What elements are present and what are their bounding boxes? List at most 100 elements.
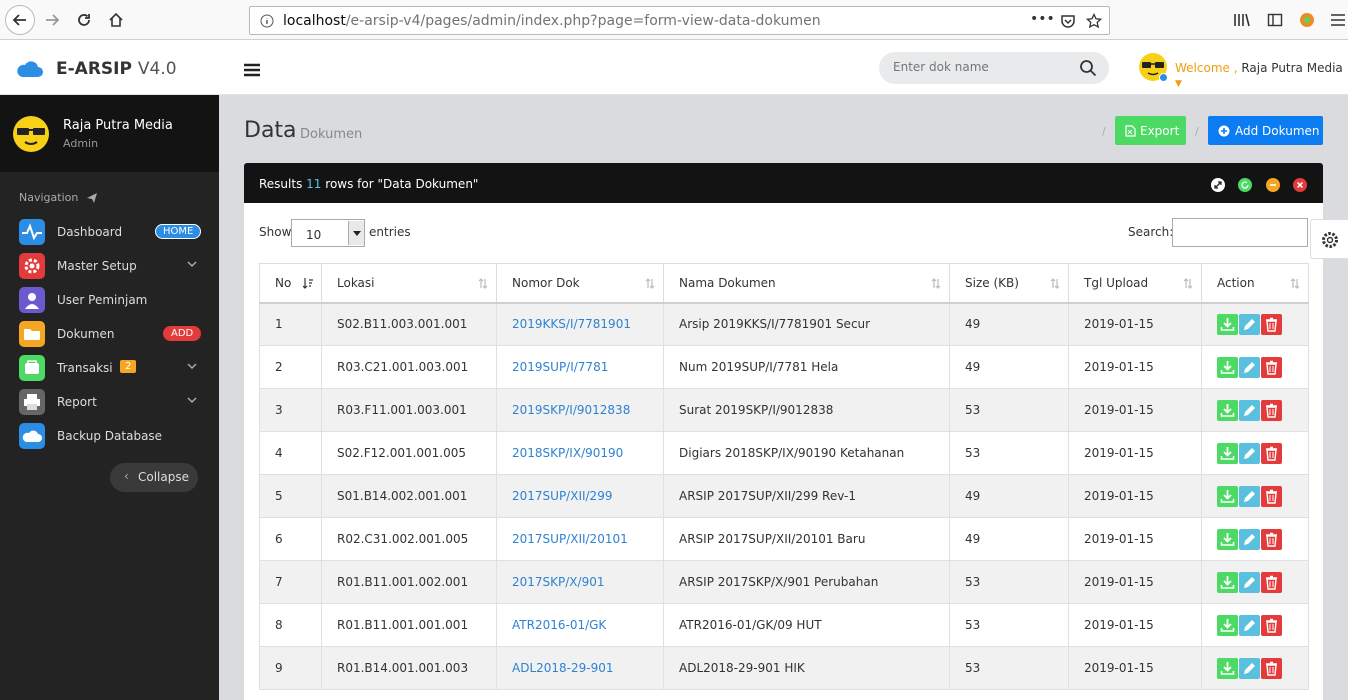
- cell-tgl-upload: 2019-01-15: [1068, 517, 1202, 561]
- breadcrumb-separator: /: [1102, 125, 1106, 138]
- column-header-action[interactable]: Action: [1201, 263, 1309, 304]
- edit-button[interactable]: [1239, 528, 1260, 550]
- download-button[interactable]: [1217, 442, 1238, 464]
- nomor-dok-link[interactable]: ADL2018-29-901: [512, 661, 614, 675]
- sidebar-item-dokumen[interactable]: Dokumen ADD: [0, 316, 219, 350]
- url-text: localhost/e-arsip-v4/pages/admin/index.p…: [283, 13, 821, 29]
- column-header-lokasi[interactable]: Lokasi: [321, 263, 497, 304]
- url-path: /e-arsip-v4/pages/admin/index.php?page=f…: [345, 13, 821, 29]
- edit-button[interactable]: [1239, 356, 1260, 378]
- download-button[interactable]: [1217, 571, 1238, 593]
- cell-lokasi: R03.F11.001.003.001: [321, 388, 497, 432]
- sidebar-item-report[interactable]: Report: [0, 384, 219, 418]
- sidebar-item-backup-database[interactable]: Backup Database: [0, 418, 219, 452]
- column-header-tgl-upload[interactable]: Tgl Upload: [1068, 263, 1202, 304]
- app-logo[interactable]: E-ARSIP V4.0: [56, 59, 177, 79]
- download-button[interactable]: [1217, 614, 1238, 636]
- add-dokumen-button[interactable]: Add Dokumen: [1208, 116, 1323, 145]
- sidebar-item-label: Dashboard: [57, 225, 123, 239]
- delete-button[interactable]: [1261, 571, 1282, 593]
- delete-button[interactable]: [1261, 313, 1282, 335]
- address-bar[interactable]: localhost/e-arsip-v4/pages/admin/index.p…: [249, 6, 1110, 35]
- pocket-icon[interactable]: [1060, 13, 1076, 29]
- add-badge[interactable]: ADD: [163, 326, 202, 341]
- delete-button[interactable]: [1261, 528, 1282, 550]
- menu-toggle-icon[interactable]: [244, 63, 260, 77]
- extension-icon[interactable]: [1298, 11, 1316, 29]
- sidebar-toggle-icon[interactable]: [1267, 12, 1283, 28]
- download-button[interactable]: [1217, 313, 1238, 335]
- back-button[interactable]: [5, 5, 35, 35]
- edit-button[interactable]: [1239, 485, 1260, 507]
- sidebar-item-transaksi[interactable]: Transaksi 2: [0, 350, 219, 384]
- page-actions-icon[interactable]: •••: [1030, 11, 1055, 27]
- nomor-dok-link[interactable]: 2017SKP/X/901: [512, 575, 604, 589]
- edit-button[interactable]: [1239, 313, 1260, 335]
- delete-button[interactable]: [1261, 356, 1282, 378]
- edit-button[interactable]: [1239, 442, 1260, 464]
- collapse-button[interactable]: ‹ Collapse: [110, 463, 198, 492]
- delete-button[interactable]: [1261, 485, 1282, 507]
- cell-action: [1201, 302, 1309, 346]
- delete-button[interactable]: [1261, 614, 1282, 636]
- download-button[interactable]: [1217, 356, 1238, 378]
- edit-button[interactable]: [1239, 399, 1260, 421]
- close-panel-button[interactable]: [1293, 178, 1307, 192]
- column-header-nama-dokumen[interactable]: Nama Dokumen: [663, 263, 950, 304]
- edit-button[interactable]: [1239, 614, 1260, 636]
- delete-button[interactable]: [1261, 657, 1282, 679]
- cell-nama-dokumen: Num 2019SUP/I/7781 Hela: [663, 345, 950, 389]
- minimize-panel-button[interactable]: [1266, 178, 1280, 192]
- cell-nama-dokumen: ATR2016-01/GK/09 HUT: [663, 603, 950, 647]
- reload-button[interactable]: [70, 6, 98, 34]
- download-button[interactable]: [1217, 399, 1238, 421]
- theme-settings-tab[interactable]: [1310, 219, 1348, 259]
- library-icon[interactable]: [1233, 12, 1251, 28]
- export-button[interactable]: Export: [1115, 116, 1186, 145]
- download-button[interactable]: [1217, 528, 1238, 550]
- nomor-dok-link[interactable]: 2017SUP/XII/299: [512, 489, 612, 503]
- doc-search-input[interactable]: [893, 60, 1063, 74]
- forward-arrow-icon: [46, 14, 60, 26]
- user-menu[interactable]: Welcome , Raja Putra Media ▼: [1175, 61, 1348, 89]
- expand-panel-button[interactable]: [1211, 178, 1225, 192]
- sidebar-item-label: Transaksi: [57, 361, 113, 375]
- sidebar-item-label: Master Setup: [57, 259, 137, 273]
- column-label: Action: [1217, 275, 1255, 290]
- download-button[interactable]: [1217, 657, 1238, 679]
- delete-button[interactable]: [1261, 399, 1282, 421]
- column-header-size[interactable]: Size (KB): [949, 263, 1069, 304]
- sort-icon: [1183, 278, 1193, 289]
- table-search-input[interactable]: [1172, 218, 1308, 247]
- gear-icon: [19, 253, 45, 279]
- reload-icon: [1241, 181, 1249, 189]
- expand-icon: [1214, 181, 1222, 189]
- cell-no: 7: [259, 560, 322, 604]
- hamburger-menu-icon[interactable]: [1330, 12, 1346, 28]
- nomor-dok-link[interactable]: ATR2016-01/GK: [512, 618, 606, 632]
- nomor-dok-link[interactable]: 2017SUP/XII/20101: [512, 532, 628, 546]
- sidebar-item-master-setup[interactable]: Master Setup: [0, 248, 219, 282]
- nomor-dok-link[interactable]: 2019SUP/I/7781: [512, 360, 608, 374]
- minus-icon: [1270, 184, 1276, 186]
- page-length-select[interactable]: 10: [291, 219, 365, 247]
- cell-size: 53: [949, 560, 1069, 604]
- home-button[interactable]: [102, 6, 130, 34]
- column-header-nomor-dok[interactable]: Nomor Dok: [496, 263, 664, 304]
- sidebar-item-user-peminjam[interactable]: User Peminjam: [0, 282, 219, 316]
- delete-button[interactable]: [1261, 442, 1282, 464]
- forward-button[interactable]: [38, 6, 66, 34]
- column-header-no[interactable]: No: [259, 263, 322, 304]
- nomor-dok-link[interactable]: 2019SKP/I/9012838: [512, 403, 630, 417]
- cell-action: [1201, 646, 1309, 690]
- search-icon[interactable]: [1079, 59, 1097, 77]
- edit-button[interactable]: [1239, 657, 1260, 679]
- sidebar-item-dashboard[interactable]: Dashboard HOME: [0, 214, 219, 248]
- download-button[interactable]: [1217, 485, 1238, 507]
- nomor-dok-link[interactable]: 2019KKS/I/7781901: [512, 317, 631, 331]
- edit-button[interactable]: [1239, 571, 1260, 593]
- bookmark-star-icon[interactable]: [1086, 13, 1102, 29]
- nomor-dok-link[interactable]: 2018SKP/IX/90190: [512, 446, 623, 460]
- reload-panel-button[interactable]: [1238, 178, 1252, 192]
- header-avatar[interactable]: [1139, 53, 1168, 82]
